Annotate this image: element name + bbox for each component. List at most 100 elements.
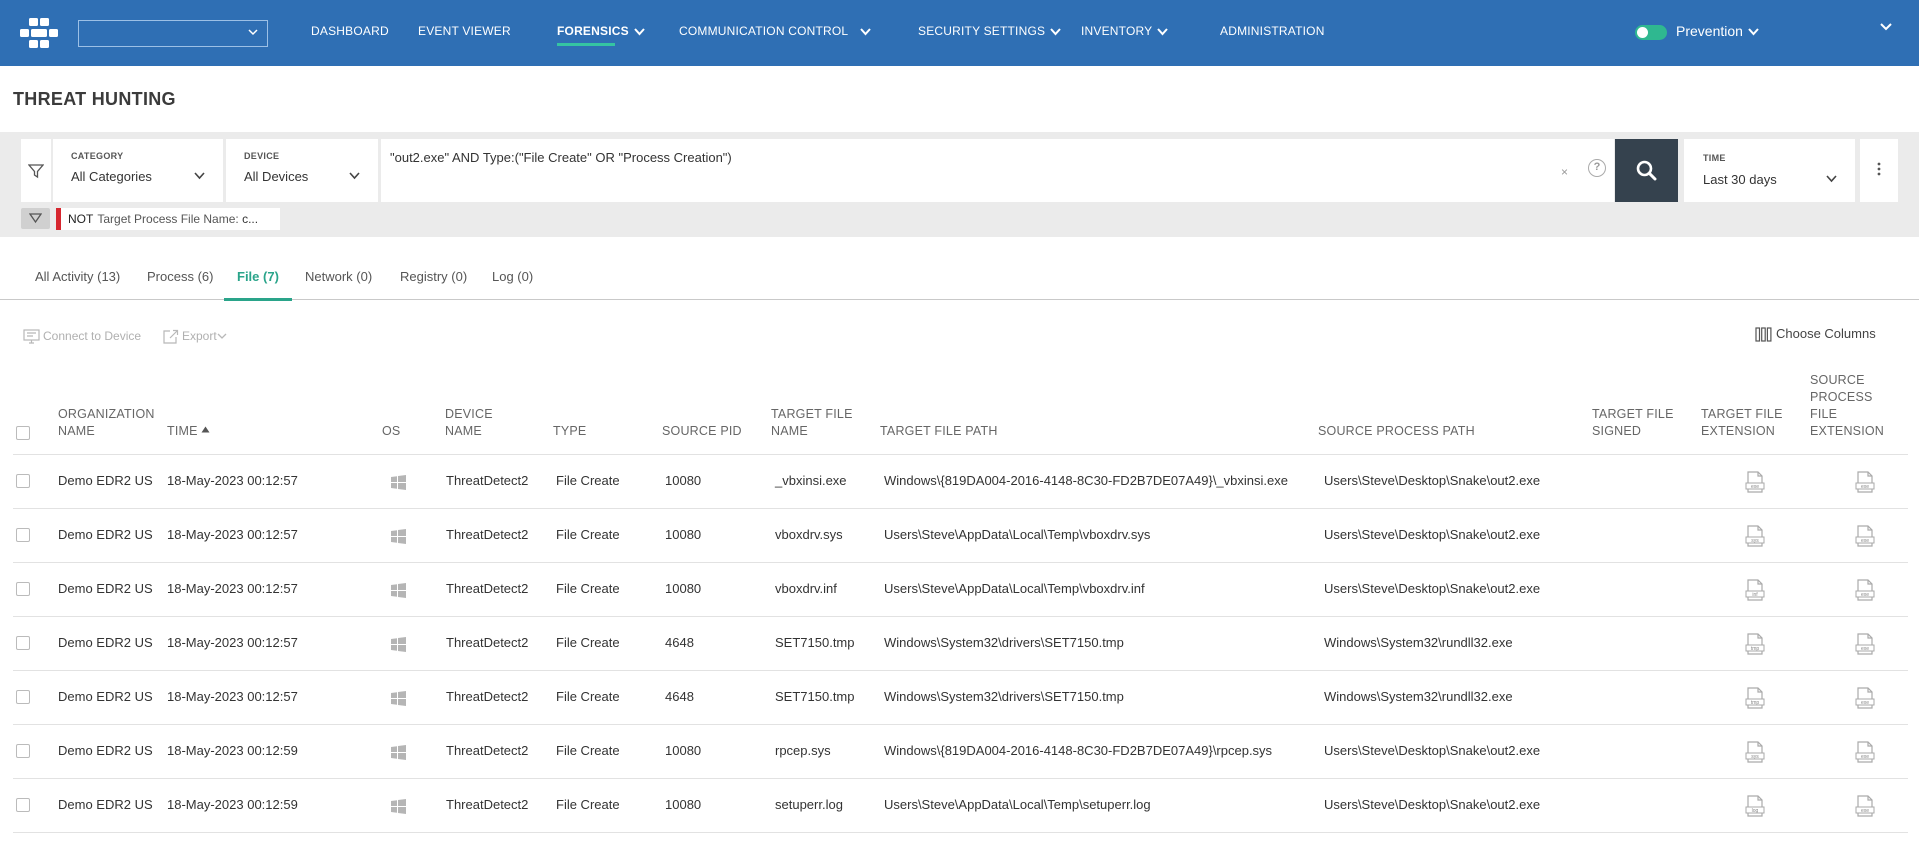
header-target-file-extension[interactable]: TARGET FILE EXTENSION [1701,406,1783,440]
row-checkbox[interactable] [16,528,30,542]
header-time[interactable]: TIME [167,423,210,440]
clear-query-icon[interactable]: × [1561,165,1568,179]
monitor-icon [23,329,40,344]
header-target-file-path[interactable]: TARGET FILE PATH [880,423,998,440]
tab-registry[interactable]: Registry (0) [400,269,467,284]
header-os[interactable]: OS [382,423,400,440]
cell-time: 18-May-2023 00:12:57 [167,473,298,488]
file-extension-label: tmp [1751,700,1760,706]
header-source-pid[interactable]: SOURCE PID [662,423,742,440]
tab-process[interactable]: Process (6) [147,269,213,284]
cell-tfpath: Windows\{819DA004-2016-4148-8C30-FD2B7DE… [884,743,1273,758]
tab-log[interactable]: Log (0) [492,269,533,284]
row-checkbox[interactable] [16,582,30,596]
more-options-button[interactable] [1860,139,1898,202]
row-checkbox[interactable] [16,690,30,704]
saved-filter-toggle[interactable] [21,208,50,229]
chevron-down-icon [1050,28,1061,36]
table-row[interactable]: Demo EDR2 US 18-May-2023 00:12:59 ThreatDe… [0,725,1919,779]
nav-administration[interactable]: ADMINISTRATION [1220,24,1325,38]
nav-forensics[interactable]: FORENSICS [557,24,645,46]
nav-communication-control[interactable]: COMMUNICATION CONTROL [679,24,872,38]
row-checkbox[interactable] [16,798,30,812]
cell-pid: 4648 [665,635,694,650]
row-checkbox[interactable] [16,744,30,758]
source-process-file-extension-icon: exe [1855,687,1875,709]
row-checkbox[interactable] [16,636,30,650]
time-range-select[interactable]: TIME Last 30 days [1684,139,1855,202]
header-line: TIME [167,424,198,438]
query-text: "out2.exe" AND Type:("File Create" OR "P… [390,150,732,165]
cell-pid: 10080 [665,527,702,542]
cell-tfpath: Users\Steve\AppData\Local\Temp\vboxdrv.i… [884,581,1145,596]
select-all-checkbox[interactable] [16,426,30,440]
file-extension-label: exe [1751,484,1759,490]
target-file-extension-icon: sys [1745,525,1765,547]
tab-label: Log (0) [492,269,534,284]
row-divider [13,832,1908,833]
search-button[interactable] [1615,139,1678,202]
export-button[interactable]: Export [163,329,230,344]
cell-pid: 10080 [665,743,702,758]
filter-chip[interactable]: NOT Target Process File Name: c... [56,208,280,230]
header-line: EXTENSION [1810,424,1885,438]
connect-to-device-button[interactable]: Connect to Device [23,329,141,344]
connect-to-device-label: Connect to Device [43,329,142,343]
query-input[interactable]: "out2.exe" AND Type:("File Create" OR "P… [381,139,1614,202]
table-row[interactable]: Demo EDR2 US 18-May-2023 00:12:57 ThreatDe… [0,563,1919,617]
header-target-file-signed[interactable]: TARGET FILE SIGNED [1592,406,1674,440]
cell-device: ThreatDetect2 [446,581,529,596]
target-file-extension-icon: log [1745,795,1765,817]
cell-type: File Create [556,689,620,704]
nav-communication-control-label: COMMUNICATION CONTROL [679,24,849,38]
target-file-extension-icon: inf [1745,579,1765,601]
header-organization-name[interactable]: ORGANIZATION NAME [58,406,155,440]
filter-toggle-button[interactable] [21,139,51,202]
chevron-down-icon [1826,175,1837,183]
file-extension-label: exe [1861,646,1869,652]
prevention-mode-toggle[interactable] [1635,25,1667,40]
row-checkbox[interactable] [16,474,30,488]
header-source-process-path[interactable]: SOURCE PROCESS PATH [1318,423,1475,440]
fortinet-logo-icon[interactable] [20,18,58,48]
prevention-mode-dropdown[interactable]: Prevention [1676,23,1759,39]
tab-network[interactable]: Network (0) [305,269,372,284]
file-extension-label: exe [1861,754,1869,760]
cell-tfname: SET7150.tmp [775,689,855,704]
source-process-file-extension-icon: exe [1855,579,1875,601]
windows-icon [391,475,406,490]
nav-event-viewer[interactable]: EVENT VIEWER [418,24,511,38]
header-type[interactable]: TYPE [553,423,586,440]
choose-columns-button[interactable]: Choose Columns [1755,326,1876,342]
device-filter-select[interactable]: DEVICE All Devices [226,139,378,202]
table-row[interactable]: Demo EDR2 US 18-May-2023 00:12:59 ThreatDe… [0,779,1919,833]
user-menu-chevron-icon[interactable] [1879,22,1893,32]
table-row[interactable]: Demo EDR2 US 18-May-2023 00:12:57 ThreatDe… [0,617,1919,671]
nav-dashboard[interactable]: DASHBOARD [311,24,389,38]
windows-icon [391,745,406,760]
header-line: ORGANIZATION [58,407,155,421]
time-value: Last 30 days [1703,172,1777,187]
filter-chip-value: c... [242,212,259,226]
nav-inventory[interactable]: INVENTORY [1081,24,1169,38]
category-filter-select[interactable]: CATEGORY All Categories [53,139,223,202]
cell-tfpath: Windows\{819DA004-2016-4148-8C30-FD2B7DE… [884,473,1288,488]
header-device-name[interactable]: DEVICE NAME [445,406,493,440]
cell-tfpath: Windows\System32\drivers\SET7150.tmp [884,635,1124,650]
tab-all-activity[interactable]: All Activity (13) [35,269,120,284]
tab-file[interactable]: File (7) [224,269,292,301]
nav-security-settings[interactable]: SECURITY SETTINGS [918,24,1061,38]
help-icon[interactable]: ? [1588,159,1606,177]
cell-type: File Create [556,743,620,758]
nav-forensics-label: FORENSICS [557,24,629,38]
table-row[interactable]: Demo EDR2 US 18-May-2023 00:12:57 ThreatDe… [0,509,1919,563]
cell-time: 18-May-2023 00:12:57 [167,527,298,542]
header-target-file-name[interactable]: TARGET FILE NAME [771,406,853,440]
table-row[interactable]: Demo EDR2 US 18-May-2023 00:12:57 ThreatDe… [0,455,1919,509]
cell-sppath: Users\Steve\Desktop\Snake\out2.exe [1324,743,1541,758]
kebab-menu-icon [1877,162,1881,176]
file-extension-label: tmp [1751,646,1760,652]
organization-select[interactable] [78,20,268,47]
table-row[interactable]: Demo EDR2 US 18-May-2023 00:12:57 ThreatDe… [0,671,1919,725]
header-source-process-file-extension[interactable]: SOURCE PROCESS FILE EXTENSION [1810,372,1884,440]
